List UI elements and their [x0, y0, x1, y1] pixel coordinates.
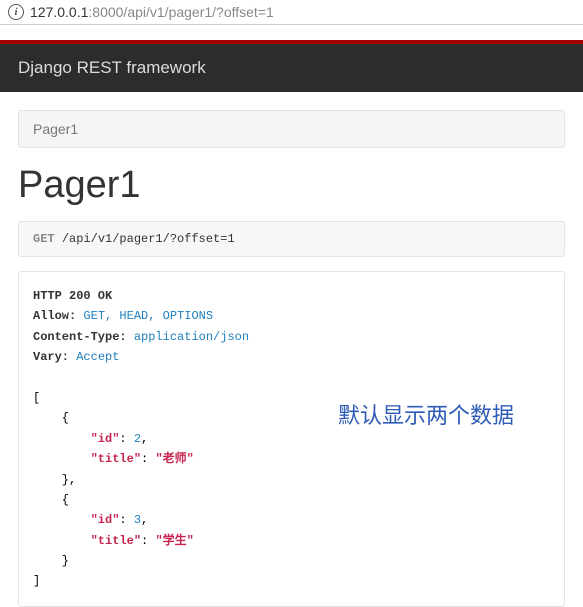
json-val-id-0: 2: [134, 432, 141, 446]
json-key-title-1: "title": [91, 534, 141, 548]
json-key-id-0: "id": [91, 432, 120, 446]
request-line: GET /api/v1/pager1/?offset=1: [18, 221, 565, 257]
ctype-val: application/json: [134, 330, 249, 344]
http-method: GET: [33, 232, 55, 246]
browser-address-bar[interactable]: i 127.0.0.1:8000/api/v1/pager1/?offset=1: [0, 0, 583, 25]
request-path: /api/v1/pager1/?offset=1: [62, 232, 235, 246]
vary-val: Accept: [76, 350, 119, 364]
page-title: Pager1: [18, 164, 565, 207]
json-key-title-0: "title": [91, 452, 141, 466]
url-path: :8000/api/v1/pager1/?offset=1: [88, 4, 273, 20]
breadcrumb: Pager1: [18, 110, 565, 148]
allow-key: Allow:: [33, 309, 76, 323]
annotation-text: 默认显示两个数据: [338, 397, 514, 434]
url-host: 127.0.0.1: [30, 4, 88, 20]
json-val-id-1: 3: [134, 513, 141, 527]
framework-header: Django REST framework: [0, 44, 583, 92]
status-line: HTTP 200 OK: [33, 289, 112, 303]
main-content: Pager1 Pager1 GET /api/v1/pager1/?offset…: [0, 92, 583, 607]
framework-title[interactable]: Django REST framework: [18, 58, 206, 77]
allow-val: GET, HEAD, OPTIONS: [83, 309, 213, 323]
ctype-key: Content-Type:: [33, 330, 127, 344]
info-icon: i: [8, 4, 24, 20]
json-key-id-1: "id": [91, 513, 120, 527]
json-val-title-0: "老师": [155, 452, 193, 466]
vary-key: Vary:: [33, 350, 69, 364]
breadcrumb-item[interactable]: Pager1: [33, 121, 78, 137]
json-val-title-1: "学生": [155, 534, 193, 548]
response-box: 默认显示两个数据 HTTP 200 OK Allow: GET, HEAD, O…: [18, 271, 565, 607]
